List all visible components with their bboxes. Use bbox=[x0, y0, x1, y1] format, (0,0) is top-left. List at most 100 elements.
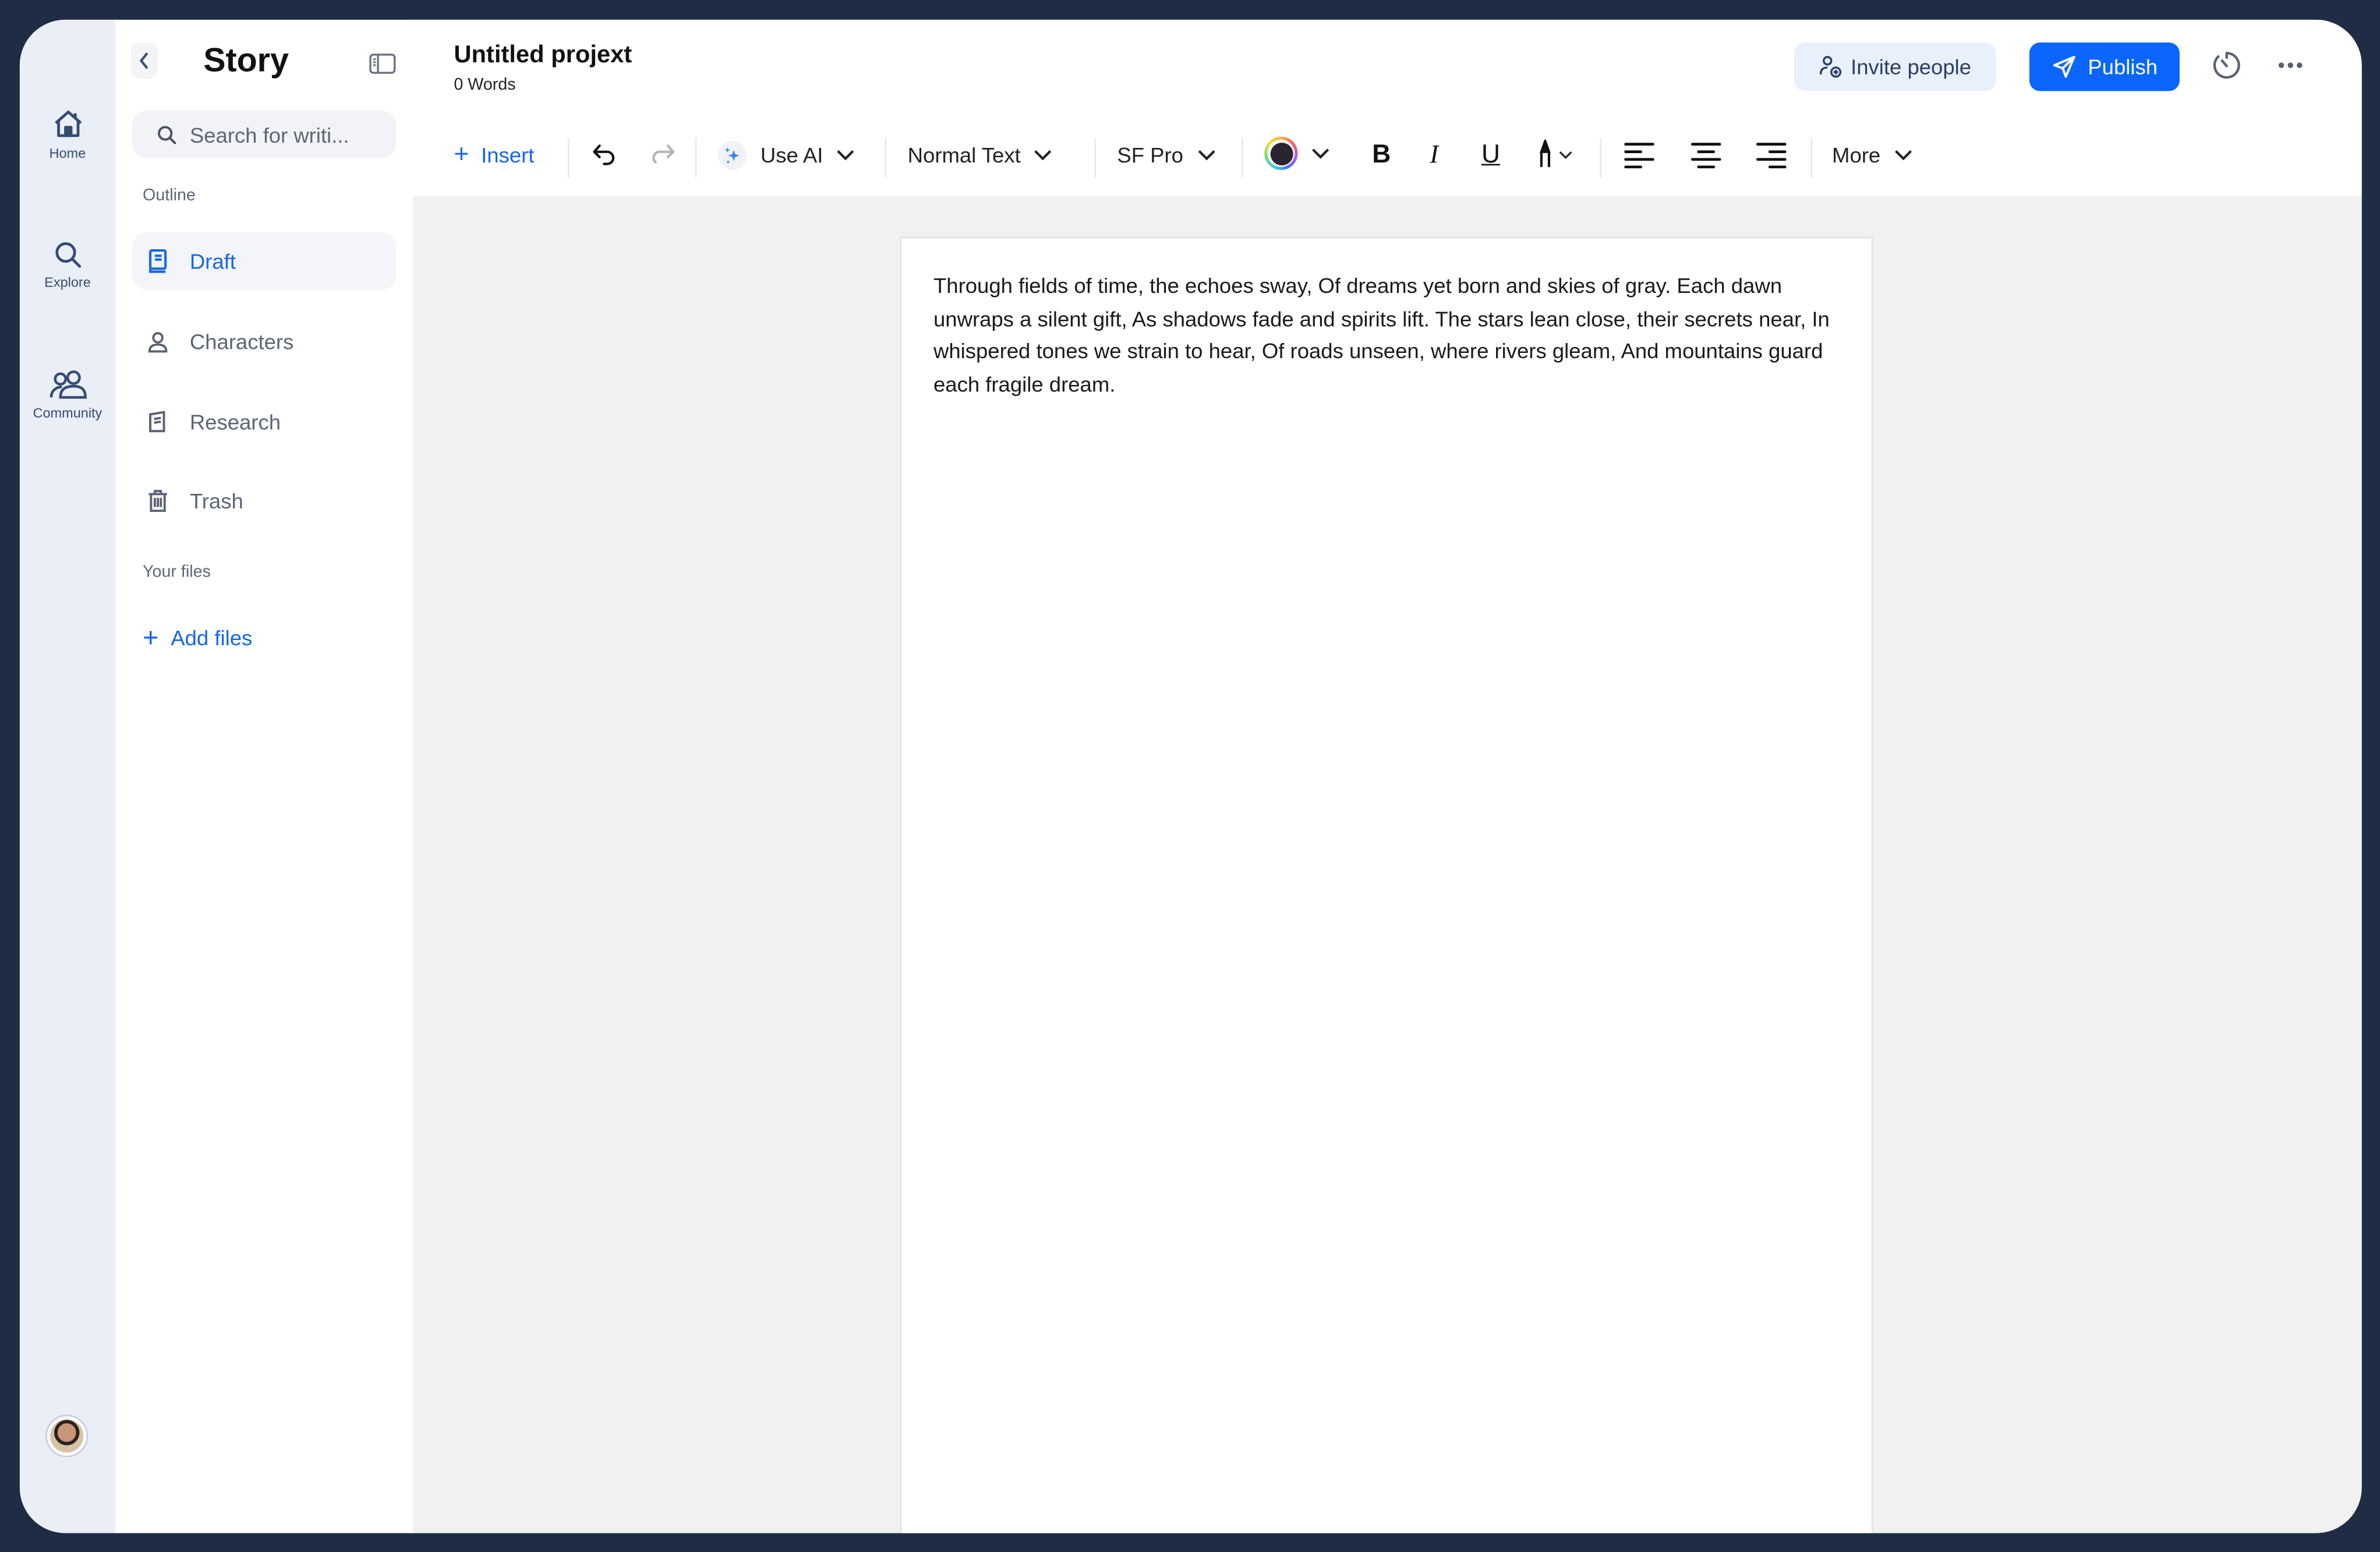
person-icon bbox=[144, 330, 172, 353]
history-button[interactable] bbox=[2212, 50, 2242, 88]
rail-label-home: Home bbox=[49, 146, 86, 161]
bold-button[interactable]: B bbox=[1372, 138, 1391, 171]
research-notebook-icon bbox=[144, 410, 172, 434]
chevron-down-icon bbox=[1312, 149, 1329, 159]
app-stage: Home Explore Community Story Search for … bbox=[0, 0, 2380, 1551]
publish-button[interactable]: Publish bbox=[2029, 42, 2180, 91]
chevron-left-icon bbox=[139, 52, 148, 69]
add-files-label: Add files bbox=[171, 625, 253, 650]
toolbar-divider bbox=[1810, 138, 1813, 178]
toolbar-divider bbox=[1242, 138, 1243, 178]
align-center-icon bbox=[1691, 143, 1721, 169]
align-left-icon bbox=[1624, 143, 1654, 169]
invite-people-button[interactable]: Invite people bbox=[1794, 42, 1996, 91]
marker-pen-icon bbox=[1539, 139, 1551, 167]
send-icon bbox=[2052, 55, 2075, 78]
toolbar-divider bbox=[1094, 138, 1096, 178]
chevron-down-icon bbox=[1035, 150, 1052, 161]
sidebar-item-characters[interactable]: Characters bbox=[132, 313, 397, 370]
word-count: 0 Words bbox=[454, 76, 516, 94]
sidebar-item-label: Draft bbox=[189, 249, 236, 274]
document-text[interactable]: Through fields of time, the echoes sway,… bbox=[933, 270, 1844, 401]
chevron-down-icon bbox=[837, 150, 854, 161]
undo-icon bbox=[593, 144, 615, 165]
redo-icon bbox=[652, 144, 675, 164]
more-options-button[interactable] bbox=[2275, 50, 2305, 88]
your-files-label: Your files bbox=[143, 563, 211, 582]
project-title[interactable]: Untitled projext bbox=[454, 43, 632, 70]
chevron-down-icon bbox=[1894, 150, 1912, 161]
undo-button[interactable] bbox=[590, 138, 618, 171]
sidebar-item-label: Trash bbox=[189, 489, 243, 513]
draft-book-icon bbox=[144, 249, 172, 273]
sidebar-item-label: Research bbox=[189, 409, 281, 434]
sidebar-item-trash[interactable]: Trash bbox=[132, 472, 397, 530]
use-ai-dropdown[interactable]: Use AI bbox=[717, 138, 855, 171]
format-toolbar: + Insert Use AI Normal Text SF Pro B I U… bbox=[413, 126, 2362, 181]
use-ai-label: Use AI bbox=[760, 143, 823, 167]
sparkle-icon bbox=[717, 140, 747, 169]
italic-icon: I bbox=[1430, 139, 1439, 169]
search-icon bbox=[55, 242, 80, 268]
highlight-dropdown[interactable] bbox=[1536, 138, 1573, 171]
more-label: More bbox=[1832, 143, 1881, 167]
align-right-button[interactable] bbox=[1756, 138, 1787, 171]
invite-label: Invite people bbox=[1851, 54, 1972, 79]
chevron-down-icon bbox=[1197, 150, 1215, 161]
insert-label: Insert bbox=[481, 143, 535, 167]
bold-icon: B bbox=[1372, 139, 1391, 169]
redo-button[interactable] bbox=[650, 138, 677, 171]
user-avatar[interactable] bbox=[45, 1415, 89, 1458]
main-area: Untitled projext 0 Words Invite people P… bbox=[412, 19, 2362, 1533]
search-input[interactable] bbox=[189, 122, 387, 147]
document-page[interactable]: Through fields of time, the echoes sway,… bbox=[900, 236, 1873, 1533]
underline-icon: U bbox=[1481, 139, 1500, 169]
toolbar-divider bbox=[695, 138, 697, 178]
add-person-icon bbox=[1820, 56, 1842, 78]
font-value: SF Pro bbox=[1117, 143, 1183, 167]
text-color-picker[interactable] bbox=[1264, 136, 1329, 170]
community-icon bbox=[49, 370, 86, 399]
chevron-down-icon bbox=[1559, 151, 1572, 159]
rail-item-community[interactable]: Community bbox=[20, 370, 115, 420]
sidebar-item-draft[interactable]: Draft bbox=[132, 232, 397, 290]
home-icon bbox=[54, 110, 82, 137]
align-center-button[interactable] bbox=[1691, 138, 1721, 171]
rail-label-community: Community bbox=[33, 405, 102, 421]
search-field[interactable] bbox=[132, 111, 397, 158]
publish-label: Publish bbox=[2088, 54, 2158, 79]
align-right-icon bbox=[1756, 143, 1787, 169]
sidebar-item-label: Characters bbox=[189, 329, 294, 354]
nav-rail: Home Explore Community bbox=[19, 19, 116, 1533]
timer-icon bbox=[2213, 52, 2240, 79]
underline-button[interactable]: U bbox=[1481, 138, 1500, 171]
text-style-value: Normal Text bbox=[907, 143, 1021, 167]
plus-icon: + bbox=[454, 139, 469, 169]
color-swatch-icon bbox=[1264, 136, 1298, 170]
toolbar-divider bbox=[567, 138, 570, 178]
sidebar-item-research[interactable]: Research bbox=[132, 393, 397, 451]
toolbar-divider bbox=[885, 138, 887, 178]
app-window: Home Explore Community Story Search for … bbox=[19, 19, 2362, 1533]
more-format-dropdown[interactable]: More bbox=[1832, 138, 1912, 171]
device-frame: Home Explore Community Story Search for … bbox=[0, 0, 2380, 1551]
top-bar: Untitled projext 0 Words Invite people P… bbox=[412, 19, 2362, 196]
rail-label-explore: Explore bbox=[44, 274, 91, 290]
text-style-dropdown[interactable]: Normal Text bbox=[908, 138, 1053, 171]
add-files-button[interactable]: + Add files bbox=[143, 624, 252, 651]
current-color-dot bbox=[1269, 142, 1293, 165]
sidebar-title: Story bbox=[203, 41, 289, 79]
collapse-sidebar-button[interactable] bbox=[369, 53, 396, 82]
outline-label: Outline bbox=[143, 186, 196, 205]
back-button[interactable] bbox=[130, 42, 158, 79]
sidebar-panel-icon bbox=[369, 54, 396, 74]
rail-item-explore[interactable]: Explore bbox=[20, 240, 115, 290]
sidebar: Story Outline Draft bbox=[115, 19, 415, 1533]
align-left-button[interactable] bbox=[1624, 138, 1654, 171]
insert-button[interactable]: + Insert bbox=[454, 138, 534, 171]
search-icon bbox=[158, 125, 176, 144]
avatar-photo bbox=[50, 1419, 84, 1453]
rail-item-home[interactable]: Home bbox=[20, 108, 115, 161]
font-dropdown[interactable]: SF Pro bbox=[1117, 138, 1215, 171]
italic-button[interactable]: I bbox=[1430, 138, 1438, 171]
